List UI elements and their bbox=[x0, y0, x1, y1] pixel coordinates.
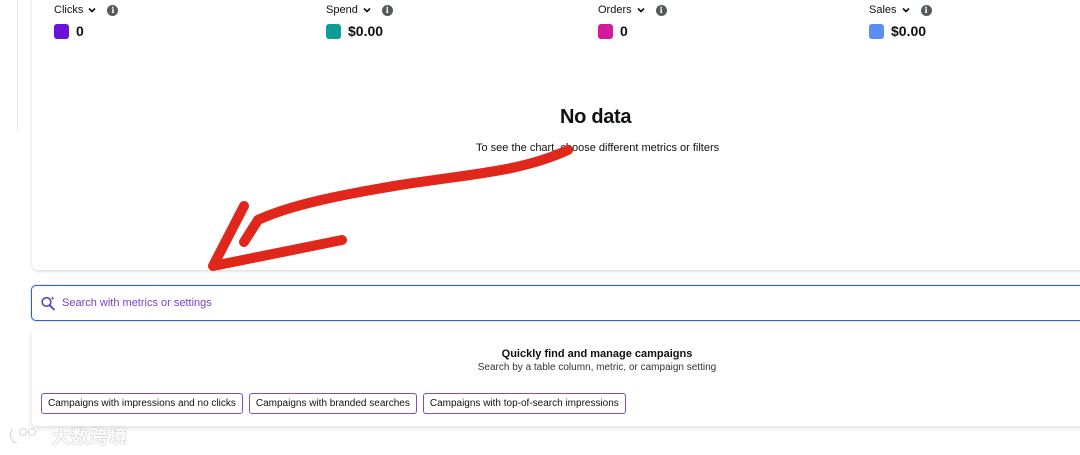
info-icon[interactable]: i bbox=[107, 4, 119, 16]
search-sparkle-icon bbox=[40, 295, 56, 311]
empty-state-title: No data bbox=[560, 106, 632, 128]
search-input[interactable] bbox=[62, 286, 962, 320]
metric-value: 0 bbox=[76, 23, 84, 39]
metric-spend: Spend i $0.00 bbox=[326, 2, 393, 39]
search-bar[interactable] bbox=[31, 285, 1080, 321]
suggestions-panel: Quickly find and manage campaigns Search… bbox=[32, 330, 1080, 426]
suggestion-chip-top-of-search[interactable]: Campaigns with top-of-search impressions bbox=[422, 393, 626, 414]
metric-sales: Sales i $0.00 bbox=[869, 2, 932, 39]
metric-clicks: Clicks i 0 bbox=[54, 2, 119, 39]
metric-selector-clicks[interactable]: Clicks bbox=[54, 4, 83, 16]
suggestion-chip-branded-searches[interactable]: Campaigns with branded searches bbox=[248, 393, 417, 414]
suggestion-chips: Campaigns with impressions and no clicks… bbox=[41, 393, 626, 414]
info-icon[interactable]: i bbox=[381, 4, 393, 16]
chevron-down-icon[interactable] bbox=[362, 5, 372, 15]
metric-value: 0 bbox=[620, 23, 628, 39]
metric-selector-sales[interactable]: Sales bbox=[869, 4, 897, 16]
suggestion-chip-impressions-no-clicks[interactable]: Campaigns with impressions and no clicks bbox=[41, 393, 243, 414]
metric-color-swatch[interactable] bbox=[869, 23, 884, 39]
metric-value: $0.00 bbox=[891, 23, 927, 39]
metric-color-swatch[interactable] bbox=[54, 23, 69, 39]
chart-card: Clicks i 0 Spend i $0.00 Orders i 0 Sale… bbox=[32, 0, 1080, 270]
watermark-logo-icon bbox=[9, 427, 37, 445]
info-icon[interactable]: i bbox=[920, 4, 932, 16]
metric-orders: Orders i 0 bbox=[598, 2, 667, 39]
watermark: 大数跨境 bbox=[8, 423, 128, 449]
metric-selector-orders[interactable]: Orders bbox=[598, 4, 632, 16]
metric-selector-spend[interactable]: Spend bbox=[326, 4, 358, 16]
metric-value: $0.00 bbox=[348, 23, 384, 39]
left-divider bbox=[17, 0, 18, 130]
chevron-down-icon[interactable] bbox=[87, 5, 97, 15]
suggestions-subtitle: Search by a table column, metric, or cam… bbox=[477, 362, 717, 373]
empty-state-subtitle: To see the chart, choose different metri… bbox=[476, 142, 720, 154]
metric-color-swatch[interactable] bbox=[326, 23, 341, 39]
metric-color-swatch[interactable] bbox=[598, 23, 613, 39]
info-icon[interactable]: i bbox=[655, 4, 667, 16]
chevron-down-icon[interactable] bbox=[901, 5, 911, 15]
chevron-down-icon[interactable] bbox=[636, 5, 646, 15]
watermark-text: 大数跨境 bbox=[52, 427, 128, 447]
suggestions-title: Quickly find and manage campaigns bbox=[501, 348, 693, 360]
